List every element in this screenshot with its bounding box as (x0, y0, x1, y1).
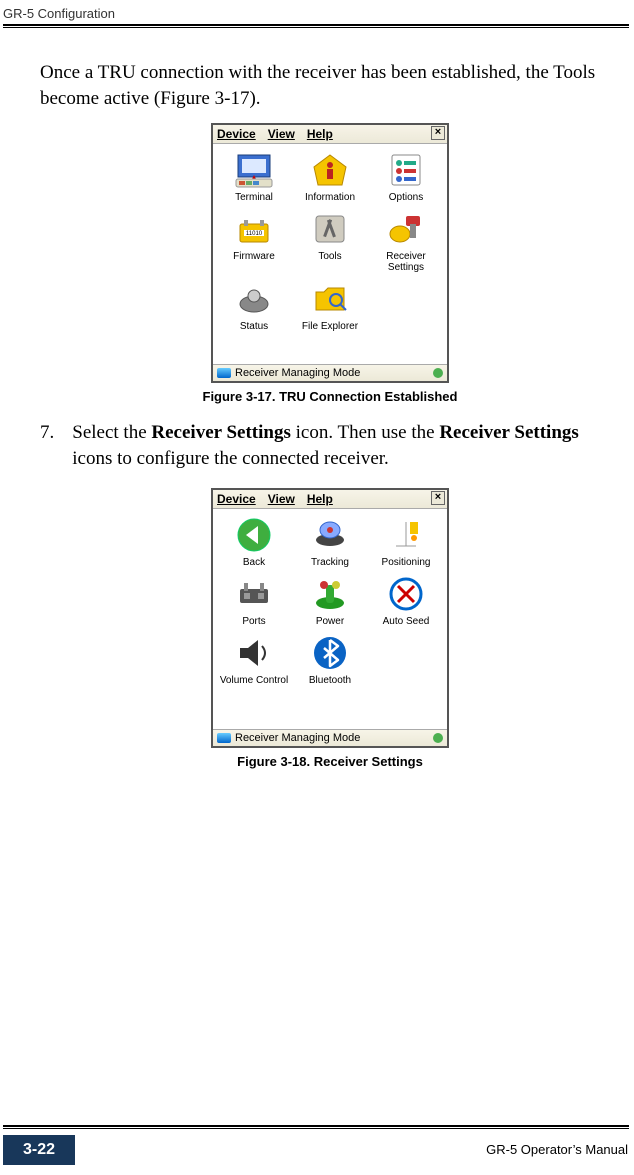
figure-3-17-caption: Figure 3-17. TRU Connection Established (40, 389, 620, 404)
terminal-label: Terminal (235, 192, 273, 203)
menu-help[interactable]: Help (307, 127, 333, 141)
information-item[interactable]: Information (293, 150, 367, 203)
tracking-icon (308, 515, 352, 555)
tools-label: Tools (318, 251, 341, 262)
positioning-icon (384, 515, 428, 555)
options-label: Options (389, 192, 423, 203)
figure-3-18: Device View Help × Back Tracking (40, 488, 620, 769)
page-content: Once a TRU connection with the receiver … (40, 60, 620, 785)
tools-icon-grid: Terminal Information Options (213, 144, 447, 364)
figure-3-17: Device View Help × Terminal Informat (40, 123, 620, 404)
auto-seed-icon (384, 574, 428, 614)
tru-tools-window: Device View Help × Terminal Informat (211, 123, 449, 383)
menu-device[interactable]: Device (217, 127, 256, 141)
bluetooth-label: Bluetooth (309, 675, 351, 686)
back-item[interactable]: Back (217, 515, 291, 568)
terminal-item[interactable]: Terminal (217, 150, 291, 203)
receiver-settings-item[interactable]: Receiver Settings (369, 209, 443, 273)
step-7: 7. Select the Receiver Settings icon. Th… (40, 420, 620, 471)
ports-item[interactable]: Ports (217, 574, 291, 627)
empty-cell (369, 279, 443, 332)
back-label: Back (243, 557, 265, 568)
menu-device[interactable]: Device (217, 492, 256, 506)
tracking-item[interactable]: Tracking (293, 515, 367, 568)
step-text-b: Receiver Settings (151, 422, 290, 443)
tools-item[interactable]: Tools (293, 209, 367, 273)
step-text-c: icon. Then use the (291, 422, 439, 443)
step-text-e: icons to configure the connected receive… (72, 448, 389, 469)
ports-label: Ports (242, 616, 265, 627)
step-text-d: Receiver Settings (439, 422, 578, 443)
information-icon (308, 150, 352, 190)
tools-icon (308, 209, 352, 249)
terminal-icon (232, 150, 276, 190)
menubar: Device View Help × (213, 490, 447, 509)
positioning-item[interactable]: Positioning (369, 515, 443, 568)
menu-view[interactable]: View (268, 127, 295, 141)
options-item[interactable]: Options (369, 150, 443, 203)
information-label: Information (305, 192, 355, 203)
connection-indicator-icon (433, 733, 443, 743)
positioning-label: Positioning (382, 557, 431, 568)
bluetooth-item[interactable]: Bluetooth (293, 633, 367, 686)
volume-control-icon (232, 633, 276, 673)
file-explorer-item[interactable]: File Explorer (293, 279, 367, 332)
volume-control-item[interactable]: Volume Control (217, 633, 291, 686)
back-icon (232, 515, 276, 555)
receiver-settings-grid: Back Tracking Positioning (213, 509, 447, 729)
intro-paragraph: Once a TRU connection with the receiver … (40, 60, 620, 111)
options-icon (384, 150, 428, 190)
ports-icon (232, 574, 276, 614)
bluetooth-icon (308, 633, 352, 673)
empty-cell (369, 633, 443, 686)
file-explorer-icon (308, 279, 352, 319)
connection-indicator-icon (433, 368, 443, 378)
footer-manual-title: GR-5 Operator’s Manual (486, 1142, 628, 1157)
close-button[interactable]: × (431, 491, 445, 505)
statusbar: Receiver Managing Mode (213, 729, 447, 746)
status-icon (232, 279, 276, 319)
auto-seed-item[interactable]: Auto Seed (369, 574, 443, 627)
tracking-label: Tracking (311, 557, 349, 568)
power-item[interactable]: Power (293, 574, 367, 627)
running-header: GR-5 Configuration (3, 6, 115, 21)
firmware-item[interactable]: 11010 Firmware (217, 209, 291, 273)
auto-seed-label: Auto Seed (383, 616, 430, 627)
menu-view[interactable]: View (268, 492, 295, 506)
svg-text:11010: 11010 (246, 231, 263, 237)
page-number: 3-22 (3, 1135, 75, 1165)
power-icon (308, 574, 352, 614)
volume-control-label: Volume Control (220, 675, 288, 686)
status-item[interactable]: Status (217, 279, 291, 332)
figure-3-18-caption: Figure 3-18. Receiver Settings (40, 754, 620, 769)
step-number: 7. (40, 420, 54, 471)
step-body: Select the Receiver Settings icon. Then … (72, 420, 620, 471)
status-text: Receiver Managing Mode (235, 732, 360, 744)
menu-help[interactable]: Help (307, 492, 333, 506)
receiver-settings-label: Receiver Settings (371, 251, 441, 273)
footer-rule (3, 1125, 629, 1129)
menubar: Device View Help × (213, 125, 447, 144)
header-rule (3, 24, 629, 28)
statusbar: Receiver Managing Mode (213, 364, 447, 381)
file-explorer-label: File Explorer (302, 321, 358, 332)
status-text: Receiver Managing Mode (235, 367, 360, 379)
step-text-a: Select the (72, 422, 151, 443)
close-button[interactable]: × (431, 126, 445, 140)
status-receiver-icon (217, 368, 231, 378)
receiver-settings-window: Device View Help × Back Tracking (211, 488, 449, 748)
receiver-settings-icon (384, 209, 428, 249)
power-label: Power (316, 616, 344, 627)
status-receiver-icon (217, 733, 231, 743)
status-label: Status (240, 321, 268, 332)
firmware-icon: 11010 (232, 209, 276, 249)
firmware-label: Firmware (233, 251, 275, 262)
